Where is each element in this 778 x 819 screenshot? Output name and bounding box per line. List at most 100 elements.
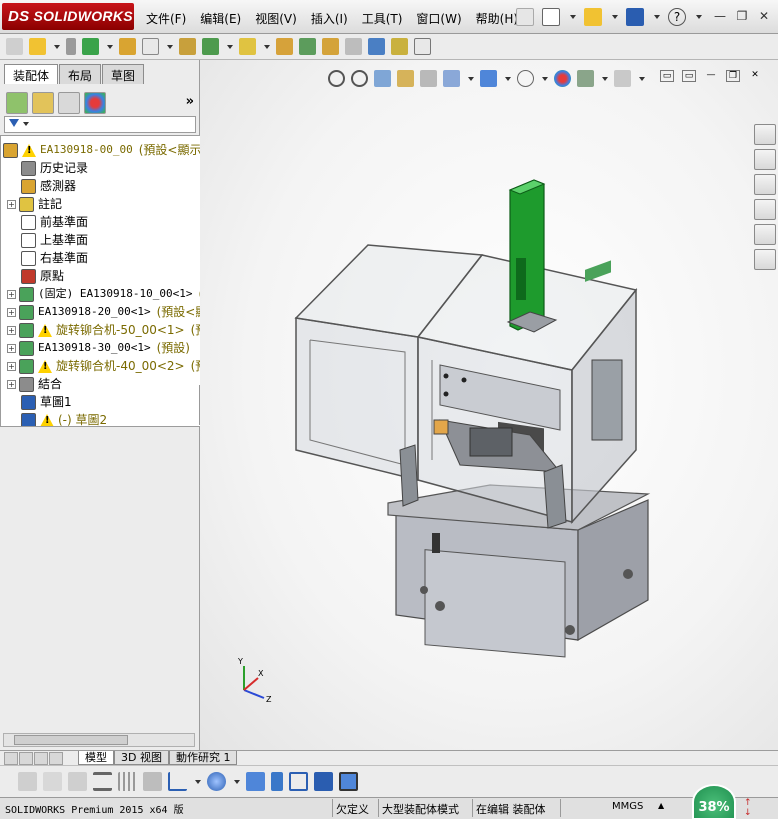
normal-to-icon[interactable] (271, 772, 283, 791)
instant3d-icon[interactable] (368, 38, 385, 55)
menu-tools[interactable]: 工具(T) (362, 10, 403, 27)
shaded-with-edges-icon[interactable] (339, 772, 358, 791)
scrollbar-thumb[interactable] (14, 735, 128, 745)
chevron-down-icon[interactable] (54, 44, 60, 49)
property-manager-icon[interactable] (32, 92, 54, 114)
chevron-down-icon[interactable] (167, 44, 173, 49)
tree-node[interactable]: +旋转铆合机-40_00<2>(預 (7, 357, 207, 375)
first-tab-button[interactable] (4, 751, 18, 765)
cube-view-icon[interactable] (246, 772, 265, 791)
large-design-review-icon[interactable] (18, 772, 37, 791)
tree-node[interactable]: + EA130918-30_00<1> (預設) (7, 339, 190, 357)
expand-toggle-icon[interactable]: + (7, 289, 16, 299)
save-view-icon[interactable] (314, 772, 333, 791)
chevron-down-icon[interactable] (107, 44, 113, 49)
linear-pattern-icon[interactable] (82, 38, 99, 55)
menu-edit[interactable]: 编辑(E) (200, 10, 241, 27)
home-icon[interactable] (754, 124, 776, 145)
bill-of-materials-icon[interactable] (299, 38, 316, 55)
performance-indicator[interactable]: 38% (692, 784, 736, 819)
tree-horizontal-scrollbar[interactable] (3, 733, 195, 747)
pin-icon[interactable] (516, 8, 534, 26)
menu-window[interactable]: 窗口(W) (416, 10, 461, 27)
chevron-down-icon[interactable] (23, 122, 29, 126)
smart-fasteners-icon[interactable] (119, 38, 136, 55)
expand-toggle-icon[interactable]: + (7, 325, 16, 335)
update-speedpak-icon[interactable] (391, 38, 408, 55)
appearance-sphere-icon[interactable] (207, 772, 226, 791)
new-motion-study-icon[interactable] (276, 38, 293, 55)
list-icon[interactable] (93, 772, 112, 791)
graphics-area[interactable]: ▭ ▭ — ❐ ✕ Y Z X (200, 60, 778, 750)
next-tab-button[interactable] (34, 751, 48, 765)
lightweight-icon[interactable] (43, 772, 62, 791)
chevron-down-icon[interactable] (696, 15, 702, 19)
tree-node[interactable]: (-) 草圖2 (21, 411, 107, 426)
assembly-features-icon[interactable] (202, 38, 219, 55)
explode-line-sketch-icon[interactable] (345, 38, 362, 55)
smart-mate-icon[interactable] (143, 772, 162, 791)
display-manager-icon[interactable] (84, 92, 106, 114)
reference-geometry-icon[interactable] (239, 38, 256, 55)
tree-node[interactable]: 历史记录 (21, 159, 88, 177)
menu-insert[interactable]: 插入(I) (311, 10, 348, 27)
exploded-view-icon[interactable] (322, 38, 339, 55)
table-icon[interactable] (289, 772, 308, 791)
appearances-icon[interactable] (754, 224, 776, 245)
bar-chart-icon[interactable] (168, 772, 187, 791)
minimize-button[interactable]: — (712, 8, 728, 23)
expand-toggle-icon[interactable]: + (7, 379, 16, 389)
custom-properties-icon[interactable] (754, 249, 776, 270)
resolved-icon[interactable] (68, 772, 87, 791)
tree-node[interactable]: 上基準面 (21, 231, 88, 249)
view-palette-icon[interactable] (754, 199, 776, 220)
take-snapshot-icon[interactable] (414, 38, 431, 55)
tab-motion-study[interactable]: 動作研究 1 (168, 751, 238, 765)
new-part-icon[interactable] (29, 38, 46, 55)
close-button[interactable]: ✕ (756, 8, 772, 23)
filter-icon[interactable] (9, 119, 19, 127)
tree-node[interactable]: +旋转铆合机-50_00<1>(預 (7, 321, 207, 339)
tree-node[interactable]: + EA130918-20_00<1> (預設<顯 (7, 303, 207, 321)
insert-component-icon[interactable] (6, 38, 23, 55)
machine-model[interactable]: Y Z X (200, 60, 778, 750)
menu-view[interactable]: 视图(V) (255, 10, 297, 27)
mate-icon[interactable] (66, 38, 76, 55)
tree-node[interactable]: 草圖1 (21, 393, 72, 411)
menu-help[interactable]: 帮助(H) (476, 10, 518, 27)
more-tabs-button[interactable]: » (186, 94, 194, 109)
feature-manager-icon[interactable] (6, 92, 28, 114)
tree-node[interactable]: 感測器 (21, 177, 76, 195)
tab-assembly[interactable]: 装配体 (4, 64, 59, 84)
large-assembly-mode[interactable]: 大型装配体模式 (382, 801, 459, 817)
save-icon[interactable] (626, 8, 644, 26)
expand-toggle-icon[interactable]: + (7, 199, 16, 209)
expand-toggle-icon[interactable]: + (7, 361, 16, 371)
tab-model[interactable]: 模型 (78, 751, 114, 765)
tree-node[interactable]: 前基準面 (21, 213, 88, 231)
chevron-down-icon[interactable] (264, 44, 270, 49)
tree-node[interactable]: +(固定) EA130918-10_00<1>( (7, 285, 203, 303)
restore-button[interactable]: ❐ (734, 8, 750, 23)
chevron-down-icon[interactable] (227, 44, 233, 49)
file-explorer-icon[interactable] (754, 174, 776, 195)
new-document-icon[interactable] (542, 8, 560, 26)
move-component-icon[interactable] (142, 38, 159, 55)
unit-system[interactable]: MMGS (612, 801, 643, 812)
tree-node[interactable]: 右基準面 (21, 249, 88, 267)
help-icon[interactable]: ? (668, 8, 686, 26)
tree-filter[interactable] (4, 116, 196, 133)
unit-menu-arrow[interactable]: ▲ (658, 801, 664, 810)
last-tab-button[interactable] (49, 751, 63, 765)
solidworks-logo[interactable]: DS SOLIDWORKS (2, 3, 134, 30)
tree-node[interactable]: EA130918-00_00 (預設<顯示 (3, 141, 201, 159)
design-library-icon[interactable] (754, 149, 776, 170)
prev-tab-button[interactable] (19, 751, 33, 765)
expand-toggle-icon[interactable]: + (7, 307, 16, 317)
chevron-down-icon[interactable] (195, 779, 201, 784)
tab-sketch[interactable]: 草图 (102, 64, 145, 84)
tree-node[interactable]: + 結合 (7, 375, 62, 393)
menu-file[interactable]: 文件(F) (146, 10, 186, 27)
configuration-manager-icon[interactable] (58, 92, 80, 114)
chevron-down-icon[interactable] (234, 779, 240, 784)
